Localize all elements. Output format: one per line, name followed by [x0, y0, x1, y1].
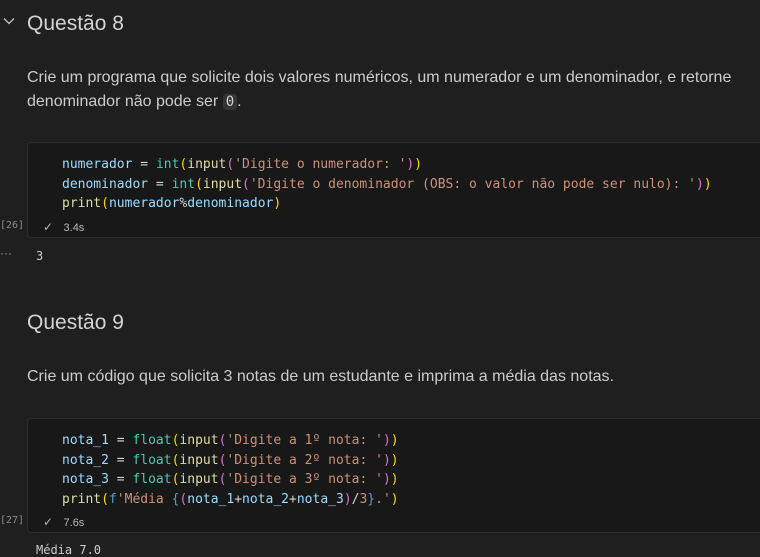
execution-duration: 7.6s: [63, 517, 85, 529]
markdown-paragraph: Crie um programa que solicite dois valor…: [27, 66, 731, 114]
markdown-paragraph: Crie um código que solicita 3 notas de u…: [27, 368, 614, 385]
code-cell[interactable]: numerador = int(input('Digite o numerado…: [27, 142, 760, 238]
code-line-1: nota_1 = float(input('Digite a 1º nota: …: [62, 433, 399, 448]
code-editor[interactable]: nota_1 = float(input('Digite a 1º nota: …: [62, 431, 399, 509]
execution-duration: 3.4s: [63, 222, 85, 234]
paragraph-line: Crie um programa que solicite dois valor…: [27, 69, 732, 86]
paragraph-line: denominador não pode ser 0.: [27, 90, 731, 114]
code-line-3: nota_3 = float(input('Digite a 3º nota: …: [62, 472, 399, 487]
code-line-1: numerador = int(input('Digite o numerado…: [62, 157, 423, 172]
paragraph-text: denominador não pode ser: [27, 93, 223, 110]
code-editor[interactable]: numerador = int(input('Digite o numerado…: [62, 155, 712, 214]
execution-count: [27]: [0, 515, 25, 526]
chevron-down-icon[interactable]: [2, 14, 16, 28]
code-line-4: print(f'Média {(nota_1+nota_2+nota_3)/3}…: [62, 491, 399, 507]
output-menu-icon[interactable]: ···: [0, 246, 12, 260]
code-line-2: denominador = int(input('Digite o denomi…: [62, 176, 712, 192]
cell-output: 3: [36, 249, 44, 263]
paragraph-text: .: [237, 93, 242, 110]
execution-status: ✓ 3.4s: [43, 218, 84, 236]
section-heading: Questão 9: [27, 311, 124, 334]
cell-output: Média 7.0: [36, 543, 102, 557]
section-heading: Questão 8: [27, 12, 124, 35]
check-icon: ✓: [43, 515, 54, 529]
code-line-3: print(numerador%denominador): [62, 196, 282, 211]
check-icon: ✓: [43, 220, 54, 234]
execution-count: [26]: [0, 220, 25, 231]
inline-code: 0: [222, 94, 238, 110]
code-line-2: nota_2 = float(input('Digite a 2º nota: …: [62, 452, 399, 468]
execution-status: ✓ 7.6s: [43, 513, 84, 531]
code-cell[interactable]: nota_1 = float(input('Digite a 1º nota: …: [27, 418, 760, 533]
